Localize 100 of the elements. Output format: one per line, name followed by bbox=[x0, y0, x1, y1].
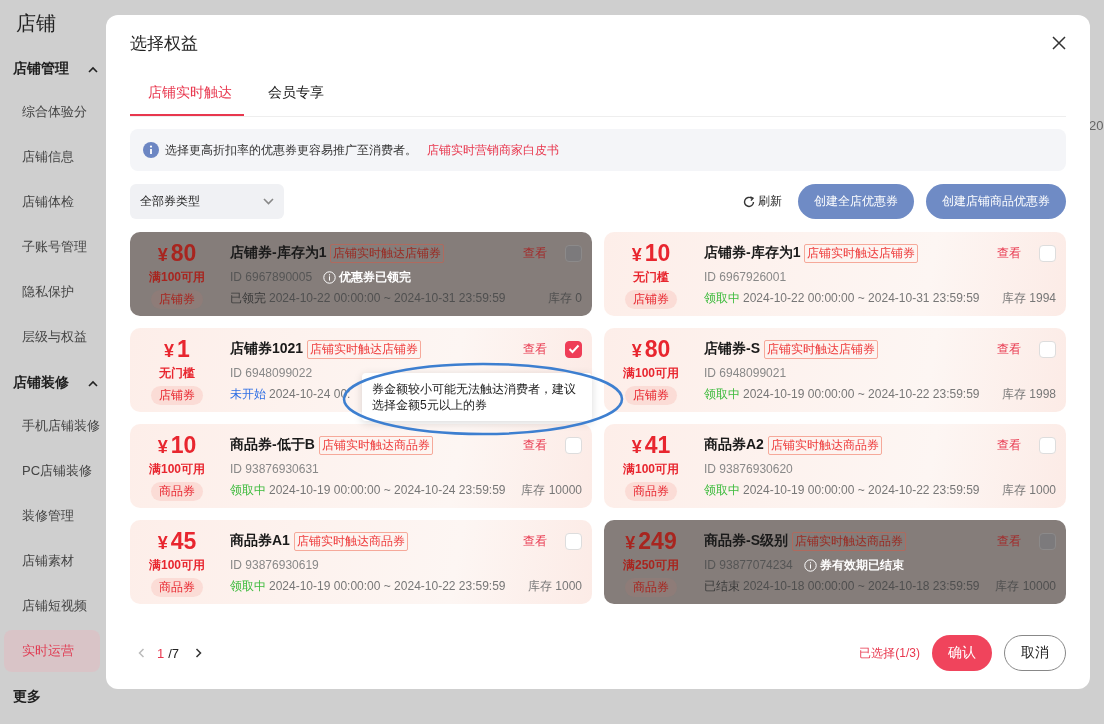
coupon-dates: 2024-10-19 00:00:00 ~ 2024-10-22 23:59:59 bbox=[743, 483, 980, 497]
coupon-amount: ¥45 bbox=[157, 527, 197, 556]
coupon-name: 商品券-S级别 bbox=[704, 532, 788, 550]
coupon-type-select[interactable]: 全部券类型 bbox=[130, 184, 284, 219]
coupon-condition: 满100可用 bbox=[149, 556, 205, 574]
whitepaper-link[interactable]: 店铺实时营销商家白皮书 bbox=[427, 141, 559, 159]
coupon-stock: 库存 1000 bbox=[527, 577, 582, 595]
checkbox[interactable] bbox=[565, 340, 582, 358]
sidebar-item[interactable]: 店铺短视频 bbox=[4, 585, 100, 627]
coupon-type: 店铺券 bbox=[625, 385, 677, 405]
caret-icon bbox=[88, 65, 98, 73]
coupon-name: 商品券-低于B bbox=[230, 436, 315, 454]
refresh-icon bbox=[743, 195, 755, 208]
coupon-type: 商品券 bbox=[151, 481, 203, 501]
coupon-condition: 满100可用 bbox=[623, 460, 679, 478]
coupon-id: ID 6948099022 bbox=[230, 366, 313, 380]
coupon-id: ID 93876930619 bbox=[230, 558, 319, 572]
sidebar-item[interactable]: 层级与权益 bbox=[4, 316, 100, 358]
coupon-card[interactable]: ¥10 无门槛 店铺券 店铺券-库存为1 店铺实时触达店铺券 查看 ID 6967926001 领取中 2024-10-22 00:00:00 ~ 2024-10-31 23:59:59 库存 1994 bbox=[604, 232, 1066, 316]
coupon-condition: 满100可用 bbox=[149, 460, 205, 478]
coupon-condition: 满100可用 bbox=[623, 364, 679, 382]
coupon-amount: ¥41 bbox=[631, 431, 671, 460]
sidebar-item[interactable]: 装修管理 bbox=[4, 495, 100, 537]
sidebar-section[interactable]: 店铺管理 bbox=[4, 47, 106, 91]
coupon-notice: 优惠券已领完 bbox=[339, 268, 412, 286]
coupon-type: 商品券 bbox=[625, 481, 677, 501]
total-pages: /7 bbox=[168, 645, 180, 661]
sidebar-item[interactable]: 店铺素材 bbox=[4, 540, 100, 582]
coupon-condition: 无门槛 bbox=[633, 268, 669, 286]
sidebar-item[interactable]: PC店铺装修 bbox=[4, 450, 100, 492]
coupon-amount: ¥10 bbox=[631, 239, 671, 268]
coupon-stock: 库存 1994 bbox=[1001, 289, 1056, 307]
coupon-status: 未开始 bbox=[230, 385, 266, 403]
selected-count: 已选择(1/3) bbox=[859, 644, 920, 662]
coupon-status: 领取中 bbox=[704, 289, 740, 307]
sidebar-title: 店铺 bbox=[15, 11, 57, 36]
cancel-button[interactable]: 取消 bbox=[1004, 635, 1066, 671]
background-text: 20 bbox=[1089, 118, 1104, 133]
coupon-status: 领取中 bbox=[230, 481, 266, 499]
refresh-button[interactable]: 刷新 bbox=[743, 193, 782, 210]
coupon-type: 店铺券 bbox=[625, 289, 677, 309]
coupon-name: 店铺券1021 bbox=[230, 340, 304, 358]
coupon-name: 店铺券-S bbox=[704, 340, 760, 358]
coupon-tag: 店铺实时触达商品券 bbox=[792, 531, 906, 551]
sidebar-item[interactable]: 隐私保护 bbox=[4, 271, 100, 313]
coupon-id: ID 6948099021 bbox=[704, 366, 787, 380]
view-link[interactable]: 查看 bbox=[997, 340, 1021, 358]
view-link[interactable]: 查看 bbox=[523, 340, 547, 358]
coupon-tag: 店铺实时触达店铺券 bbox=[307, 339, 422, 359]
coupon-card[interactable]: ¥41 满100可用 商品券 商品券A2 店铺实时触达商品券 查看 ID 93876930620 领取中 2024-10-19 00:00:00 ~ 2024-10-22 23:59:59 库存 1000 bbox=[604, 424, 1066, 508]
coupon-notice: 券有效期已结束 bbox=[819, 556, 904, 574]
tab[interactable]: 店铺实时触达 bbox=[130, 71, 244, 116]
view-link[interactable]: 查看 bbox=[523, 532, 547, 550]
sidebar-item[interactable]: 子账号管理 bbox=[4, 226, 100, 268]
coupon-card[interactable]: ¥10 满100可用 商品券 商品券-低于B 店铺实时触达商品券 查看 ID 93876930631 领取中 2024-10-19 00:00:00 ~ 2024-10-24 23:59:59 库存 10000 bbox=[130, 424, 592, 508]
coupon-name: 商品券A2 bbox=[704, 436, 764, 454]
coupon-name: 店铺券-库存为1 bbox=[230, 244, 327, 262]
sidebar-item[interactable]: 综合体验分 bbox=[4, 91, 100, 133]
coupon-tag: 店铺实时触达店铺券 bbox=[330, 243, 445, 263]
tab[interactable]: 会员专享 bbox=[250, 71, 336, 116]
coupon-card[interactable]: ¥45 满100可用 商品券 商品券A1 店铺实时触达商品券 查看 ID 93876930619 领取中 2024-10-19 00:00:00 ~ 2024-10-22 23:59:59 库存 1000 bbox=[130, 520, 592, 604]
close-icon[interactable] bbox=[1052, 36, 1066, 50]
coupon-amount: ¥1 bbox=[164, 335, 190, 364]
coupon-tag: 店铺实时触达商品券 bbox=[767, 435, 882, 455]
coupon-id: ID 6967926001 bbox=[704, 270, 787, 284]
info-icon bbox=[143, 142, 159, 158]
dialog-title: 选择权益 bbox=[130, 32, 198, 55]
coupon-type: 店铺券 bbox=[151, 385, 203, 405]
sidebar-section[interactable]: 更多 bbox=[4, 675, 106, 719]
coupon-status: 已结束 bbox=[704, 577, 740, 595]
coupon-tag: 店铺实时触达商品券 bbox=[293, 531, 408, 551]
sidebar-item[interactable]: 店铺信息 bbox=[4, 136, 100, 178]
coupon-dates: 2024-10-19 00:00:00 ~ 2024-10-22 23:59:59 bbox=[743, 387, 980, 401]
coupon-status: 领取中 bbox=[704, 481, 740, 499]
coupon-condition: 满100可用 bbox=[149, 268, 205, 286]
info-icon bbox=[323, 270, 337, 284]
view-link[interactable]: 查看 bbox=[997, 436, 1021, 454]
coupon-dates: 2024-10-19 00:00:00 ~ 2024-10-24 23:59:59 bbox=[269, 483, 506, 497]
coupon-type: 商品券 bbox=[151, 577, 203, 597]
tooltip: 券金额较小可能无法触达消费者，建议选择金额5元以上的券 bbox=[362, 373, 592, 421]
coupon-tag: 店铺实时触达店铺券 bbox=[764, 339, 878, 359]
coupon-stock: 库存 1000 bbox=[1001, 481, 1056, 499]
sidebar-section[interactable]: 店铺装修 bbox=[4, 361, 106, 405]
view-link[interactable]: 查看 bbox=[997, 244, 1021, 262]
confirm-button[interactable]: 确认 bbox=[932, 635, 992, 671]
coupon-dates: 2024-10-19 00:00:00 ~ 2024-10-22 23:59:59 bbox=[269, 579, 506, 593]
coupon-amount: ¥249 bbox=[625, 527, 677, 556]
coupon-status: 领取中 bbox=[704, 385, 740, 403]
coupon-name: 店铺券-库存为1 bbox=[704, 244, 801, 262]
view-link[interactable]: 查看 bbox=[523, 436, 547, 454]
coupon-id: ID 93876930631 bbox=[230, 462, 319, 476]
sidebar-item[interactable]: 手机店铺装修 bbox=[4, 405, 100, 447]
create-coupon-button[interactable]: 创建全店优惠券 bbox=[798, 184, 914, 219]
coupon-card[interactable]: ¥80 满100可用 店铺券 店铺券-S 店铺实时触达店铺券 查看 ID 6948099021 领取中 2024-10-19 00:00:00 ~ 2024-10-22 23:59:59 库存 1998 bbox=[604, 328, 1066, 412]
coupon-tag: 店铺实时触达店铺券 bbox=[804, 243, 919, 263]
create-coupon-button[interactable]: 创建店铺商品优惠券 bbox=[926, 184, 1066, 219]
coupon-stock: 库存 10000 bbox=[521, 481, 582, 499]
coupon-stock: 库存 1998 bbox=[1001, 385, 1056, 403]
coupon-condition: 无门槛 bbox=[159, 364, 195, 382]
sidebar-item[interactable]: 店铺体检 bbox=[4, 181, 100, 223]
